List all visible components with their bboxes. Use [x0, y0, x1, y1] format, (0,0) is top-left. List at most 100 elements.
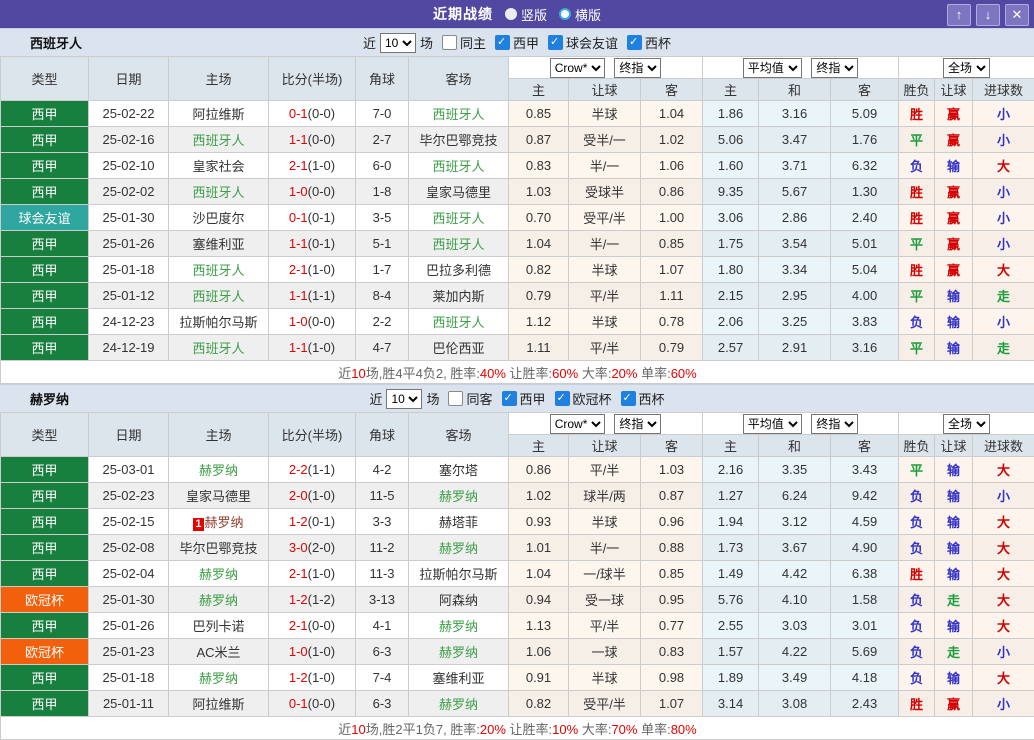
- result-goals: 小: [973, 205, 1034, 231]
- asian-time-select[interactable]: 终指: [614, 414, 661, 434]
- euro-away-odds: 4.00: [831, 283, 899, 309]
- col-header-asian-handicap: 让球: [569, 79, 641, 101]
- result-wdl: 胜: [899, 101, 935, 127]
- recent-count-select[interactable]: 10: [386, 389, 422, 409]
- result-wdl: 平: [899, 457, 935, 483]
- friendly-checkbox[interactable]: [548, 35, 563, 50]
- home-team: 西班牙人: [169, 335, 269, 361]
- result-handicap: 赢: [935, 127, 973, 153]
- euro-draw-odds: 2.95: [759, 283, 831, 309]
- euro-away-odds: 1.76: [831, 127, 899, 153]
- away-team: 西班牙人: [409, 153, 509, 179]
- horizontal-layout-label[interactable]: 横版: [575, 5, 601, 24]
- team-name-text: 赫罗纳: [439, 541, 478, 556]
- score: 1-0(0-0): [269, 309, 356, 335]
- move-up-button[interactable]: ↑: [947, 4, 971, 26]
- home-team: 赫罗纳: [169, 561, 269, 587]
- result-wdl: 平: [899, 283, 935, 309]
- fulltime-select[interactable]: 全场: [943, 58, 990, 78]
- same-away-checkbox[interactable]: [448, 391, 463, 406]
- competition-tag: 西甲: [1, 127, 89, 153]
- euro-company-select[interactable]: 平均值: [743, 414, 802, 434]
- euro-away-odds: 1.58: [831, 587, 899, 613]
- asian-home-odds: 0.82: [509, 257, 569, 283]
- score: 2-1(0-0): [269, 613, 356, 639]
- team-name-text: 赫罗纳: [439, 619, 478, 634]
- copa-checkbox[interactable]: [621, 391, 636, 406]
- euro-company-select[interactable]: 平均值: [743, 58, 802, 78]
- result-handicap: 输: [935, 283, 973, 309]
- euro-away-odds: 2.43: [831, 691, 899, 717]
- result-handicap: 赢: [935, 691, 973, 717]
- summary-text: 近: [338, 722, 351, 737]
- asian-company-select[interactable]: Crow*: [550, 58, 605, 78]
- team-name-text: 西班牙人: [432, 315, 484, 330]
- summary-value: 20%: [480, 722, 506, 737]
- competition-tag: 西甲: [1, 153, 89, 179]
- summary-text: 场,胜2平1负7, 胜率:: [366, 722, 480, 737]
- result-goals: 大: [973, 561, 1034, 587]
- euro-draw-odds: 3.16: [759, 101, 831, 127]
- window-buttons: ↑ ↓ ✕: [947, 4, 1029, 26]
- home-team: 1赫罗纳: [169, 509, 269, 535]
- euro-away-odds: 2.40: [831, 205, 899, 231]
- vertical-layout-label[interactable]: 竖版: [521, 5, 547, 24]
- result-goals: 走: [973, 283, 1034, 309]
- result-wdl: 平: [899, 335, 935, 361]
- asian-away-odds: 1.00: [641, 205, 703, 231]
- summary-value: 20%: [611, 366, 637, 381]
- asian-time-select[interactable]: 终指: [614, 58, 661, 78]
- team-name-text: 西班牙人: [432, 211, 484, 226]
- score: 1-0(1-0): [269, 639, 356, 665]
- competition-tag: 西甲: [1, 283, 89, 309]
- asian-handicap: 半/一: [569, 231, 641, 257]
- match-date: 25-02-04: [89, 561, 169, 587]
- match-row: 西甲25-02-16西班牙人1-1(0-0)2-7毕尔巴鄂竞技0.87受半/一1…: [1, 127, 1034, 153]
- euro-away-odds: 9.42: [831, 483, 899, 509]
- asian-company-select[interactable]: Crow*: [550, 414, 605, 434]
- laliga-checkbox[interactable]: [495, 35, 510, 50]
- euro-time-select[interactable]: 终指: [811, 414, 858, 434]
- laliga-checkbox[interactable]: [502, 391, 517, 406]
- asian-away-odds: 0.77: [641, 613, 703, 639]
- euro-home-odds: 1.57: [703, 639, 759, 665]
- match-row: 西甲25-01-11阿拉维斯0-1(0-0)6-3赫罗纳0.82受平/半1.07…: [1, 691, 1034, 717]
- recent-count-select[interactable]: 10: [380, 33, 416, 53]
- asian-handicap: 平/半: [569, 283, 641, 309]
- col-header-away: 客场: [409, 57, 509, 101]
- result-goals: 小: [973, 101, 1034, 127]
- same-home-checkbox[interactable]: [442, 35, 457, 50]
- girona-summary: 近10场,胜2平1负7, 胜率:20% 让胜率:10% 大率:70% 单率:80…: [1, 717, 1034, 740]
- move-down-button[interactable]: ↓: [976, 4, 1000, 26]
- home-team: 塞维利亚: [169, 231, 269, 257]
- copa-checkbox[interactable]: [627, 35, 642, 50]
- asian-away-odds: 1.06: [641, 153, 703, 179]
- result-scope-dropdown: 全场: [899, 413, 1034, 435]
- close-button[interactable]: ✕: [1005, 4, 1029, 26]
- away-team: 巴拉多利德: [409, 257, 509, 283]
- team-name-text: 西班牙人: [192, 341, 244, 356]
- score: 1-2(0-1): [269, 509, 356, 535]
- team-name-text: 毕尔巴鄂竞技: [179, 541, 257, 556]
- away-team: 赫罗纳: [409, 483, 509, 509]
- result-wdl: 负: [899, 613, 935, 639]
- euro-draw-odds: 2.91: [759, 335, 831, 361]
- team-name: 西班牙人: [30, 33, 82, 52]
- asian-handicap: 半球: [569, 257, 641, 283]
- ucl-checkbox[interactable]: [555, 391, 570, 406]
- euro-time-select[interactable]: 终指: [811, 58, 858, 78]
- horizontal-layout-radio[interactable]: [559, 8, 571, 20]
- euro-draw-odds: 3.47: [759, 127, 831, 153]
- col-header-euro-away: 客: [831, 79, 899, 101]
- euro-home-odds: 2.16: [703, 457, 759, 483]
- asian-away-odds: 0.96: [641, 509, 703, 535]
- asian-away-odds: 1.02: [641, 127, 703, 153]
- col-header-score: 比分(半场): [269, 57, 356, 101]
- euro-away-odds: 5.69: [831, 639, 899, 665]
- vertical-layout-radio[interactable]: [505, 8, 517, 20]
- fulltime-select[interactable]: 全场: [943, 414, 990, 434]
- euro-away-odds: 5.04: [831, 257, 899, 283]
- result-handicap: 赢: [935, 257, 973, 283]
- corner-score: 1-7: [356, 257, 409, 283]
- match-date: 25-01-26: [89, 613, 169, 639]
